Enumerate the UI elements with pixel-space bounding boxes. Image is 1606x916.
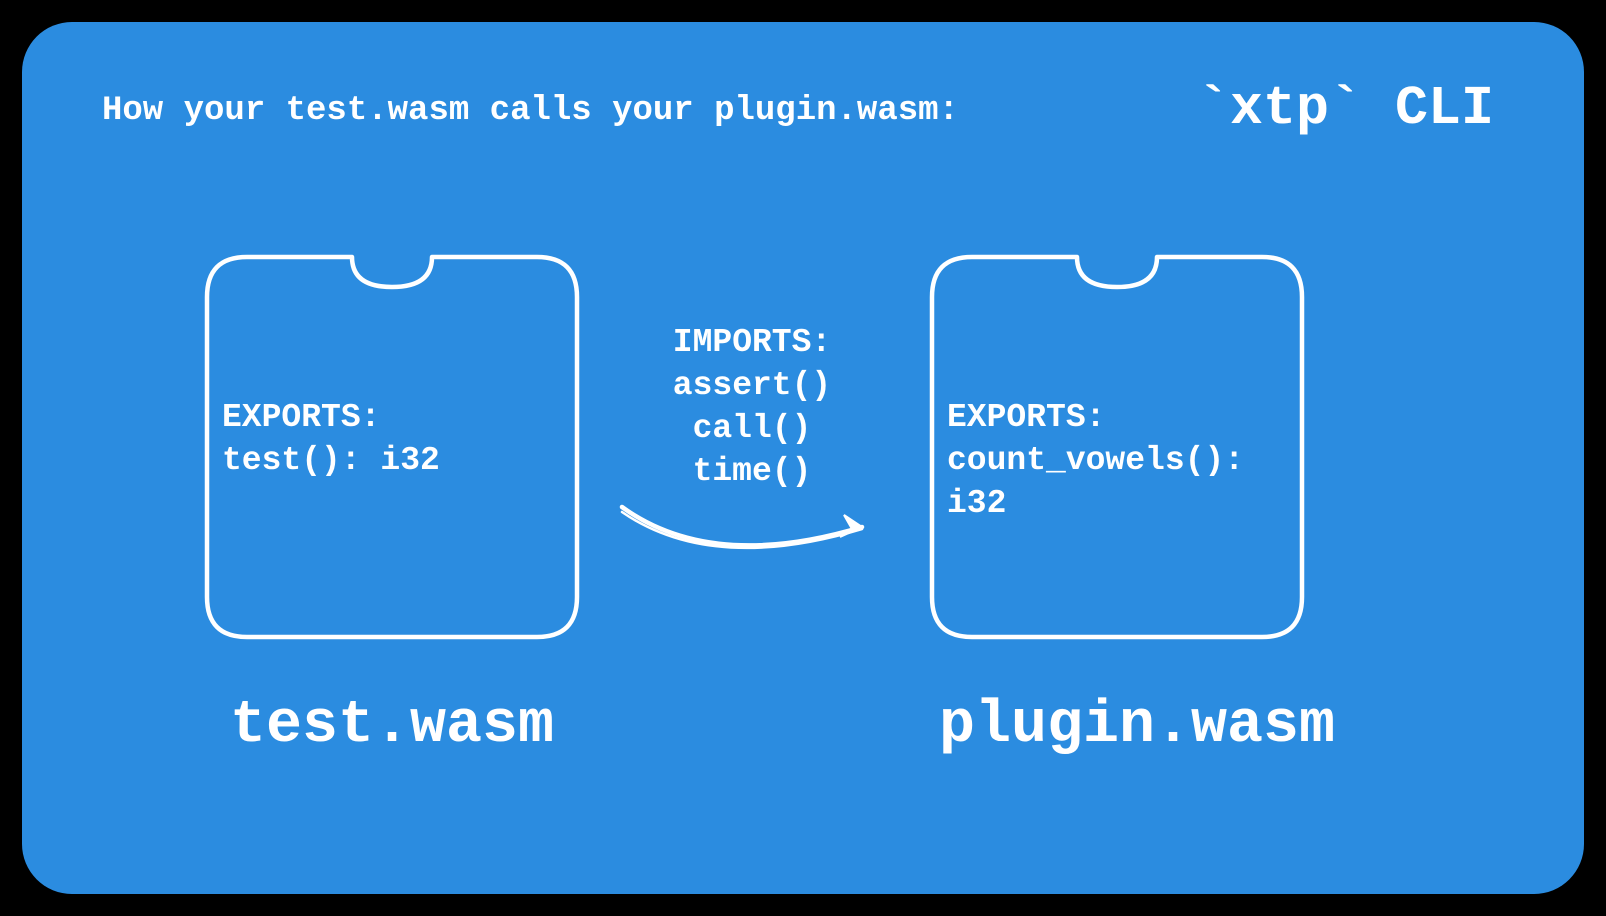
plugin-wasm-exports: EXPORTS: count_vowels(): i32 <box>947 397 1322 526</box>
imports-fn-call: call() <box>622 408 882 451</box>
imports-block: IMPORTS: assert() call() time() <box>622 322 882 494</box>
plugin-wasm-label: plugin.wasm <box>912 692 1362 760</box>
exports-function: test(): i32 <box>222 440 440 483</box>
imports-label: IMPORTS: <box>622 322 882 365</box>
imports-fn-assert: assert() <box>622 365 882 408</box>
cli-label: `xtp` CLI <box>1197 77 1494 140</box>
test-wasm-exports: EXPORTS: test(): i32 <box>222 397 440 483</box>
exports-label: EXPORTS: <box>222 397 440 440</box>
header-text: How your test.wasm calls your plugin.was… <box>102 92 959 130</box>
exports-label: EXPORTS: <box>947 397 1322 440</box>
plugin-wasm-module: EXPORTS: count_vowels(): i32 <box>912 237 1322 657</box>
arrow-icon <box>612 482 892 572</box>
exports-function: count_vowels(): i32 <box>947 440 1322 526</box>
test-wasm-module: EXPORTS: test(): i32 <box>187 237 597 657</box>
test-wasm-label: test.wasm <box>187 692 597 760</box>
diagram-canvas: How your test.wasm calls your plugin.was… <box>22 22 1584 894</box>
